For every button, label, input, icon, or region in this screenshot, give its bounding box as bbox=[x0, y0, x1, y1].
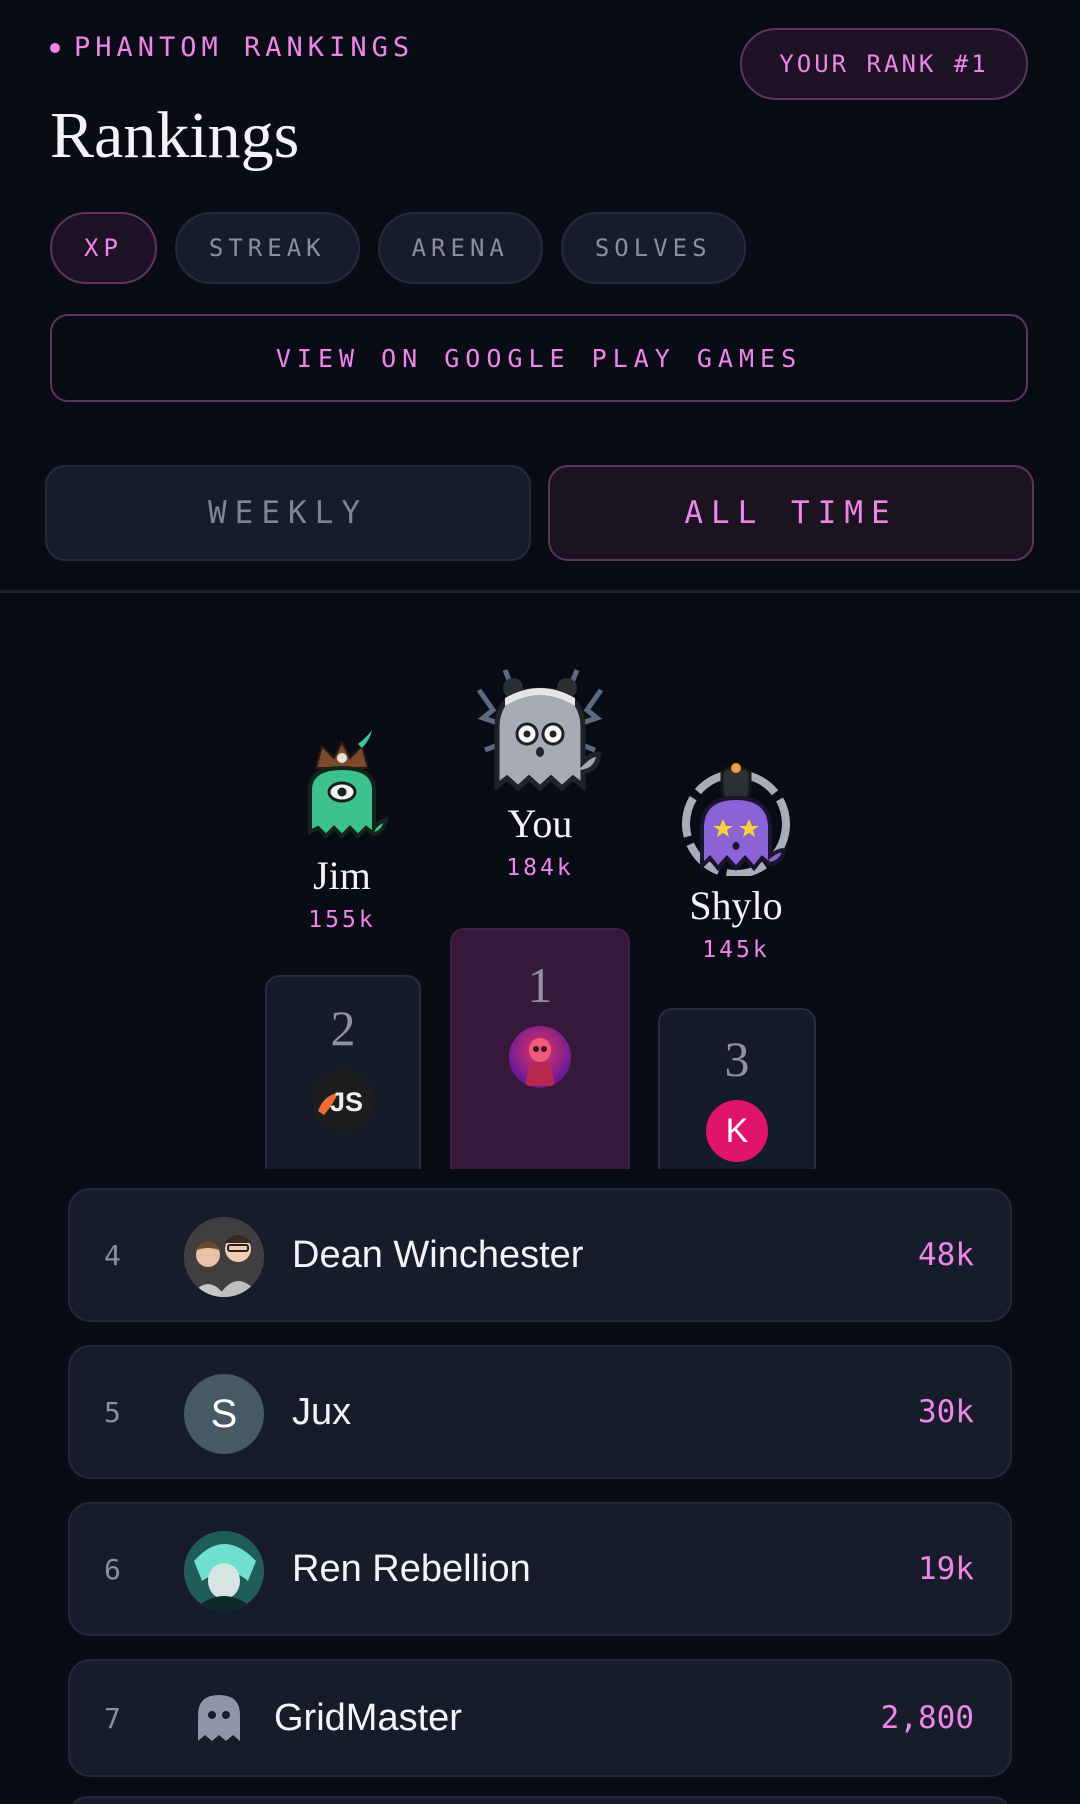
skull-photo-avatar bbox=[509, 1026, 571, 1088]
row-name: Dean Winchester bbox=[292, 1233, 584, 1276]
js-logo-icon: JS bbox=[318, 1087, 363, 1117]
row-name: Jux bbox=[292, 1390, 352, 1433]
podium-first-score: 184k bbox=[506, 855, 574, 881]
row-rank: 5 bbox=[104, 1395, 121, 1429]
leaderboard-row-4[interactable]: 4 Dean Winchester 48k bbox=[68, 1188, 1012, 1322]
weekly-toggle[interactable]: WEEKLY bbox=[45, 465, 531, 561]
leaderboard-row-8-partial[interactable] bbox=[68, 1796, 1012, 1804]
your-rank-badge[interactable]: YOUR RANK #1 bbox=[740, 28, 1028, 100]
stat-tabs: XP STREAK ARENA SOLVES bbox=[50, 212, 746, 284]
ghost-silhouette-icon bbox=[198, 1695, 240, 1741]
pedestal-first-rank: 1 bbox=[527, 957, 553, 1013]
tab-xp[interactable]: XP bbox=[50, 212, 157, 284]
row-rank: 4 bbox=[104, 1238, 121, 1272]
rankings-screen: PHANTOM RANKINGS YOUR RANK #1 Rankings X… bbox=[0, 0, 1080, 1804]
tab-solves[interactable]: SOLVES bbox=[560, 212, 746, 284]
pedestal-first: 1 bbox=[450, 928, 630, 1169]
tab-streak[interactable]: STREAK bbox=[174, 212, 360, 284]
row-score: 48k bbox=[918, 1237, 974, 1273]
podium-second-score: 155k bbox=[308, 907, 376, 933]
grey-panda-ghost-icon bbox=[476, 669, 604, 792]
pedestal-third-rank: 3 bbox=[724, 1031, 750, 1087]
anime-character-icon bbox=[184, 1531, 264, 1611]
row-rank: 7 bbox=[104, 1701, 121, 1735]
page-title: Rankings bbox=[50, 99, 300, 172]
two-kids-photo-icon bbox=[184, 1217, 264, 1297]
google-play-games-button[interactable]: VIEW ON GOOGLE PLAY GAMES bbox=[50, 314, 1028, 402]
row-score: 19k bbox=[918, 1551, 974, 1587]
s-letter-avatar: S bbox=[184, 1374, 264, 1454]
section-divider bbox=[0, 590, 1080, 593]
podium-first[interactable]: You 184k bbox=[440, 650, 640, 881]
row-name: GridMaster bbox=[274, 1696, 462, 1739]
svg-text:JS: JS bbox=[330, 1087, 363, 1117]
skull-icon bbox=[525, 1038, 555, 1086]
eyebrow-dot bbox=[50, 42, 60, 53]
podium-second[interactable]: Jim 155k bbox=[262, 728, 422, 933]
podium-third-score: 145k bbox=[702, 937, 770, 963]
row-name: Ren Rebellion bbox=[292, 1547, 531, 1590]
green-pirate-ghost-icon bbox=[308, 730, 389, 839]
eyebrow-label: PHANTOM RANKINGS bbox=[74, 32, 415, 63]
purple-crowned-ghost-icon bbox=[682, 763, 790, 876]
row-rank: 6 bbox=[104, 1552, 121, 1586]
podium-second-name: Jim bbox=[313, 853, 371, 898]
leaderboard-row-6[interactable]: 6 Ren Rebellion 19k bbox=[68, 1502, 1012, 1636]
pedestal-second-rank: 2 bbox=[330, 1000, 356, 1056]
row-score: 2,800 bbox=[880, 1700, 974, 1736]
pedestal-third: 3 K bbox=[658, 1008, 816, 1169]
js-logo-avatar: JS bbox=[312, 1069, 374, 1131]
pedestal-second: 2 JS bbox=[265, 975, 421, 1169]
leaderboard-row-5[interactable]: 5 S Jux 30k bbox=[68, 1345, 1012, 1479]
k-letter-avatar: K bbox=[706, 1100, 768, 1162]
leaderboard-row-7[interactable]: 7 GridMaster 2,800 bbox=[68, 1659, 1012, 1777]
podium-third[interactable]: Shylo 145k bbox=[656, 760, 816, 963]
tab-arena[interactable]: ARENA bbox=[377, 212, 543, 284]
section-eyebrow: PHANTOM RANKINGS bbox=[50, 32, 414, 63]
ren-photo-avatar bbox=[184, 1531, 264, 1611]
podium-first-name: You bbox=[507, 801, 573, 846]
all-time-toggle[interactable]: ALL TIME bbox=[548, 465, 1034, 561]
dean-photo-avatar bbox=[184, 1217, 264, 1297]
podium-third-name: Shylo bbox=[689, 883, 783, 928]
row-score: 30k bbox=[918, 1394, 974, 1430]
ghost-icon bbox=[184, 1683, 254, 1753]
